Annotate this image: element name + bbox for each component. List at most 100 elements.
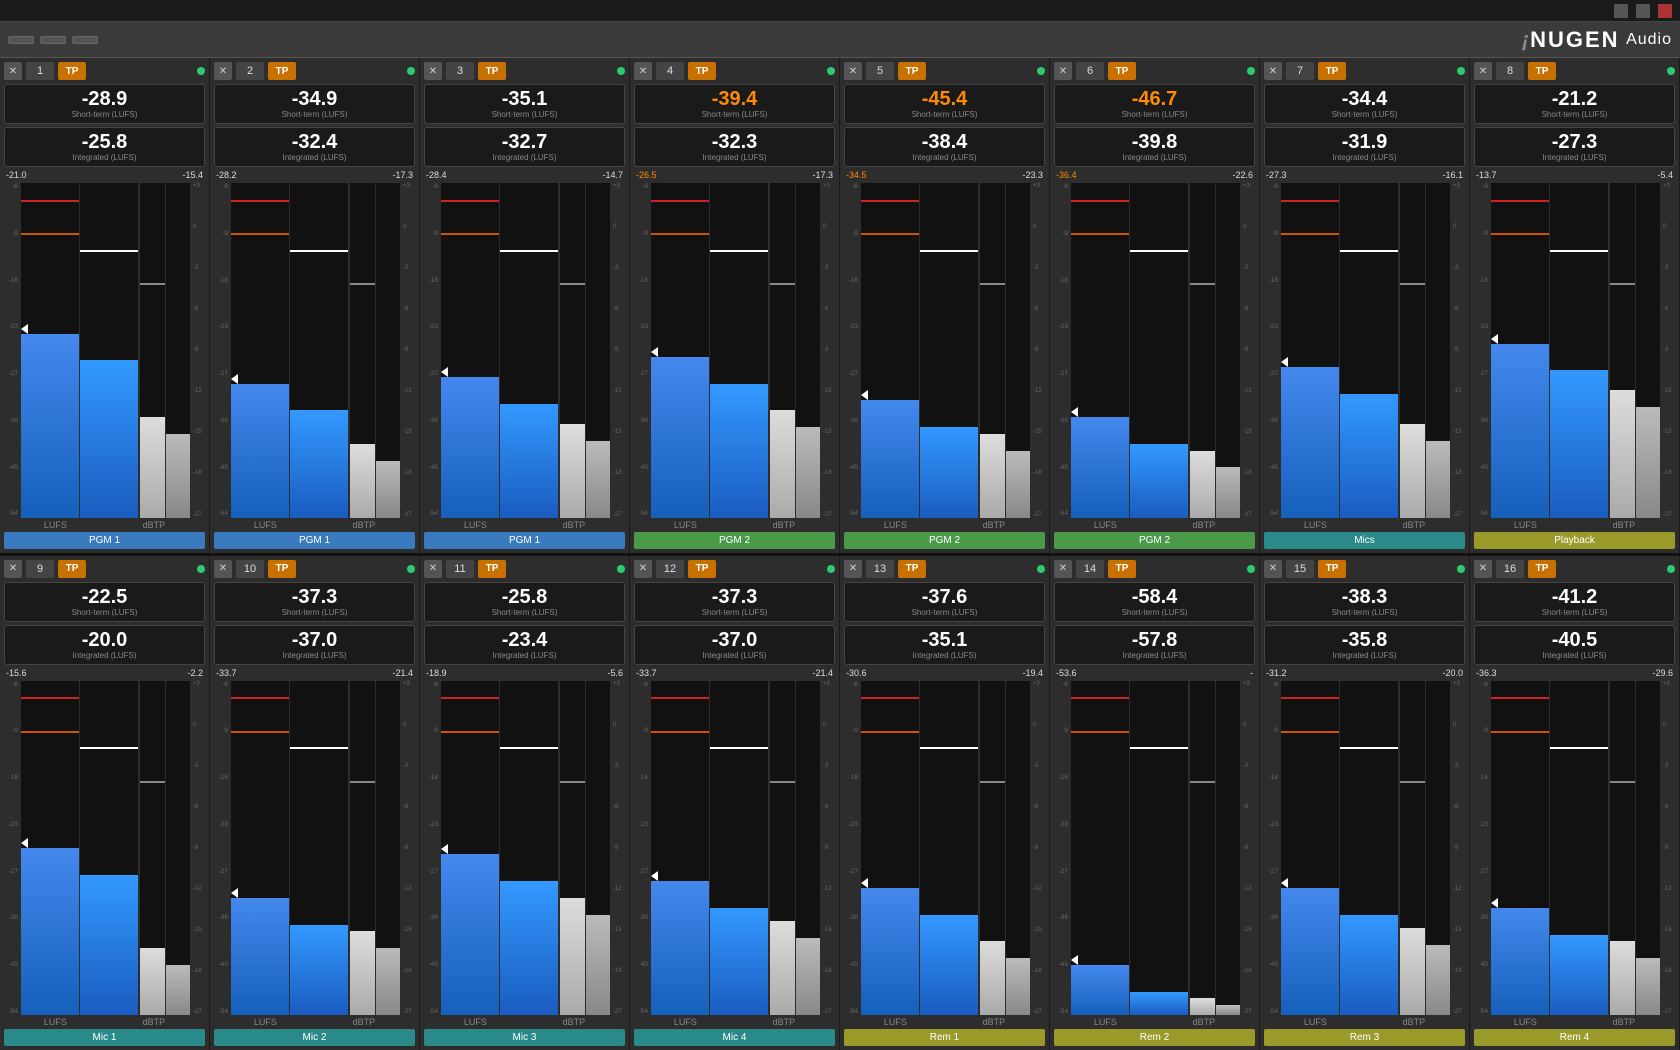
short-term-value-2: -34.9 bbox=[221, 89, 408, 109]
dbtp-scale-1: +30-3-6-9-12-15-18-27 bbox=[191, 183, 205, 518]
lufs-bar-right-14 bbox=[1130, 681, 1188, 1016]
minimize-button[interactable] bbox=[1614, 4, 1628, 18]
short-term-display-10: -37.3 Short-term (LUFS) bbox=[214, 582, 415, 622]
integrated-label-3: Integrated (LUFS) bbox=[431, 153, 618, 162]
channel-close-1[interactable]: ✕ bbox=[4, 62, 22, 80]
channel-header-9: ✕ 9 TP bbox=[4, 560, 205, 578]
channel-tp-4[interactable]: TP bbox=[688, 62, 716, 80]
integrated-display-13: -35.1 Integrated (LUFS) bbox=[844, 625, 1045, 665]
channel-tp-14[interactable]: TP bbox=[1108, 560, 1136, 578]
peak-row-5: -34.5 -23.3 bbox=[844, 170, 1045, 180]
channel-close-11[interactable]: ✕ bbox=[424, 560, 442, 578]
channel-close-3[interactable]: ✕ bbox=[424, 62, 442, 80]
channel-tp-11[interactable]: TP bbox=[478, 560, 506, 578]
bars-area-3: -6-9-18-23-27-36-45-54 bbox=[424, 183, 625, 518]
channel-tp-1[interactable]: TP bbox=[58, 62, 86, 80]
lufs-bar-left-15 bbox=[1281, 681, 1339, 1016]
channel-tp-2[interactable]: TP bbox=[268, 62, 296, 80]
dbtp-bar-right-7 bbox=[1426, 183, 1450, 518]
channel-12: ✕ 12 TP -37.3 Short-term (LUFS) -37.0 In… bbox=[630, 556, 840, 1050]
peak-right-4: -17.3 bbox=[812, 170, 833, 180]
channel-close-7[interactable]: ✕ bbox=[1264, 62, 1282, 80]
dbtp-scale-16: +30-3-6-9-12-15-18-27 bbox=[1661, 681, 1675, 1016]
short-term-display-12: -37.3 Short-term (LUFS) bbox=[634, 582, 835, 622]
dbtp-label-8: dBTP bbox=[1613, 520, 1636, 530]
bars-area-4: -6-9-18-23-27-36-45-54 bbox=[634, 183, 835, 518]
channel-tp-7[interactable]: TP bbox=[1318, 62, 1346, 80]
channel-close-4[interactable]: ✕ bbox=[634, 62, 652, 80]
channel-label-16: Rem 4 bbox=[1474, 1029, 1675, 1046]
maximize-button[interactable] bbox=[1636, 4, 1650, 18]
peak-left-3: -28.4 bbox=[426, 170, 447, 180]
channel-close-13[interactable]: ✕ bbox=[844, 560, 862, 578]
bars-area-6: -6-9-18-23-27-36-45-54 bbox=[1054, 183, 1255, 518]
dbtp-label-13: dBTP bbox=[983, 1017, 1006, 1027]
window-controls[interactable] bbox=[1614, 4, 1672, 18]
lufs-label-8: LUFS bbox=[1514, 520, 1537, 530]
lufs-label-12: LUFS bbox=[674, 1017, 697, 1027]
dbtp-scale-14: +30-3-6-9-12-15-18-27 bbox=[1241, 681, 1255, 1016]
channel-tp-13[interactable]: TP bbox=[898, 560, 926, 578]
channel-indicator-7 bbox=[1457, 67, 1465, 75]
channel-tp-10[interactable]: TP bbox=[268, 560, 296, 578]
lufs-bar-right-9 bbox=[80, 681, 138, 1016]
channel-tp-3[interactable]: TP bbox=[478, 62, 506, 80]
channel-number-8: 8 bbox=[1496, 62, 1524, 80]
short-term-label-14: Short-term (LUFS) bbox=[1061, 608, 1248, 617]
peak-right-5: -23.3 bbox=[1022, 170, 1043, 180]
channel-10: ✕ 10 TP -37.3 Short-term (LUFS) -37.0 In… bbox=[210, 556, 420, 1050]
channel-close-15[interactable]: ✕ bbox=[1264, 560, 1282, 578]
channel-tp-9[interactable]: TP bbox=[58, 560, 86, 578]
channel-indicator-6 bbox=[1247, 67, 1255, 75]
channel-tp-15[interactable]: TP bbox=[1318, 560, 1346, 578]
channel-tp-12[interactable]: TP bbox=[688, 560, 716, 578]
short-term-display-1: -28.9 Short-term (LUFS) bbox=[4, 84, 205, 124]
bottom-channels-row: ✕ 9 TP -22.5 Short-term (LUFS) -20.0 Int… bbox=[0, 556, 1680, 1050]
channel-1: ✕ 1 TP -28.9 Short-term (LUFS) -25.8 Int… bbox=[0, 58, 210, 553]
channel-close-5[interactable]: ✕ bbox=[844, 62, 862, 80]
channel-header-7: ✕ 7 TP bbox=[1264, 62, 1465, 80]
lufs-bar-left-14 bbox=[1071, 681, 1129, 1016]
short-term-display-16: -41.2 Short-term (LUFS) bbox=[1474, 582, 1675, 622]
channel-close-16[interactable]: ✕ bbox=[1474, 560, 1492, 578]
short-term-display-9: -22.5 Short-term (LUFS) bbox=[4, 582, 205, 622]
dbtp-label-11: dBTP bbox=[563, 1017, 586, 1027]
dbtp-label-16: dBTP bbox=[1613, 1017, 1636, 1027]
peak-right-3: -14.7 bbox=[602, 170, 623, 180]
lufs-bar-right-6 bbox=[1130, 183, 1188, 518]
channel-close-8[interactable]: ✕ bbox=[1474, 62, 1492, 80]
channel-tp-8[interactable]: TP bbox=[1528, 62, 1556, 80]
channel-label-9: Mic 1 bbox=[4, 1029, 205, 1046]
channel-indicator-5 bbox=[1037, 67, 1045, 75]
channel-tp-5[interactable]: TP bbox=[898, 62, 926, 80]
short-term-display-8: -21.2 Short-term (LUFS) bbox=[1474, 84, 1675, 124]
short-term-label-3: Short-term (LUFS) bbox=[431, 110, 618, 119]
channel-11: ✕ 11 TP -25.8 Short-term (LUFS) -23.4 In… bbox=[420, 556, 630, 1050]
dbtp-label-5: dBTP bbox=[983, 520, 1006, 530]
channel-number-6: 6 bbox=[1076, 62, 1104, 80]
dbtp-scale-10: +30-3-6-9-12-15-18-27 bbox=[401, 681, 415, 1016]
undo-button[interactable] bbox=[40, 36, 66, 44]
channel-close-14[interactable]: ✕ bbox=[1054, 560, 1072, 578]
redo-button[interactable] bbox=[72, 36, 98, 44]
peak-row-12: -33.7 -21.4 bbox=[634, 668, 835, 678]
channel-tp-16[interactable]: TP bbox=[1528, 560, 1556, 578]
channel-indicator-4 bbox=[827, 67, 835, 75]
channel-tp-6[interactable]: TP bbox=[1108, 62, 1136, 80]
short-term-display-7: -34.4 Short-term (LUFS) bbox=[1264, 84, 1465, 124]
close-button[interactable] bbox=[1658, 4, 1672, 18]
channel-close-12[interactable]: ✕ bbox=[634, 560, 652, 578]
channel-indicator-15 bbox=[1457, 565, 1465, 573]
channel-header-15: ✕ 15 TP bbox=[1264, 560, 1465, 578]
lufs-bar-right-1 bbox=[80, 183, 138, 518]
channel-close-10[interactable]: ✕ bbox=[214, 560, 232, 578]
lufs-label-9: LUFS bbox=[44, 1017, 67, 1027]
channel-close-6[interactable]: ✕ bbox=[1054, 62, 1072, 80]
peak-left-14: -53.6 bbox=[1056, 668, 1077, 678]
dbtp-bar-right-15 bbox=[1426, 681, 1450, 1016]
dbtp-bar-left-13 bbox=[980, 681, 1004, 1016]
channel-close-9[interactable]: ✕ bbox=[4, 560, 22, 578]
reset-button[interactable] bbox=[8, 36, 34, 44]
short-term-value-5: -45.4 bbox=[851, 89, 1038, 109]
channel-close-2[interactable]: ✕ bbox=[214, 62, 232, 80]
